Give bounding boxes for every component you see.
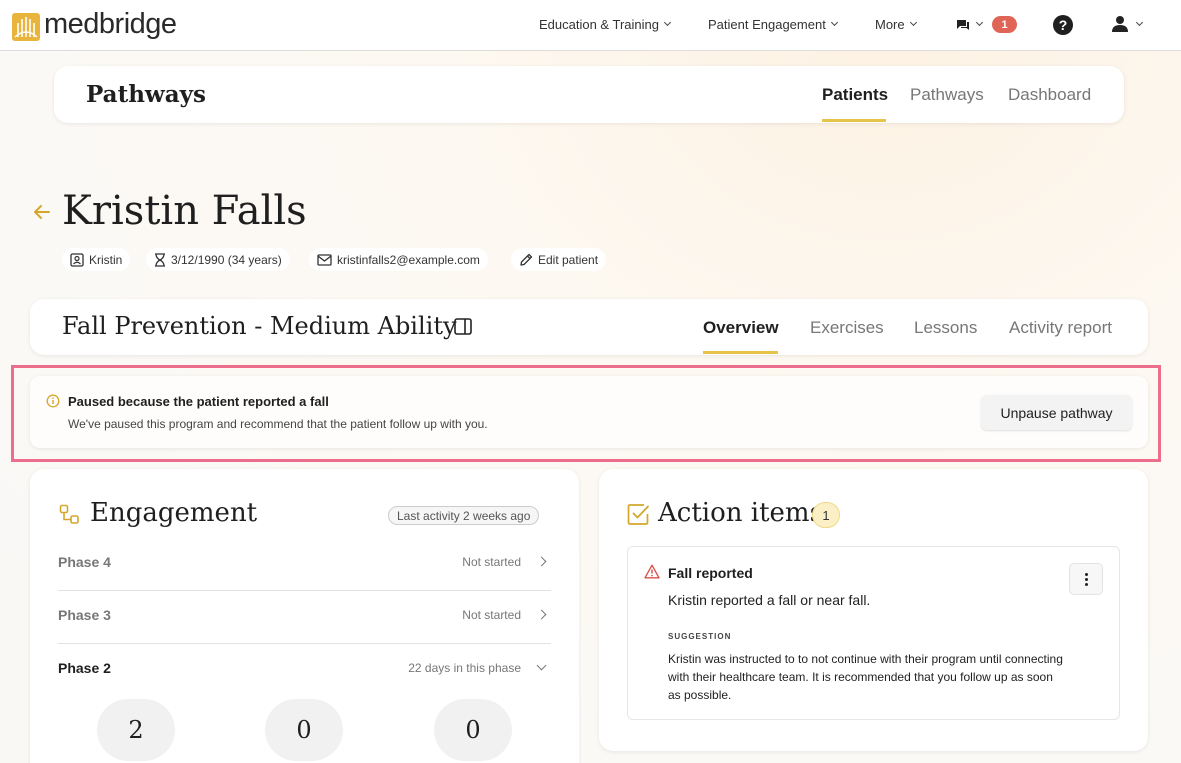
nav-engagement-label: Patient Engagement [708, 17, 826, 32]
tab-lessons[interactable]: Lessons [914, 318, 977, 338]
phase-stat-3: 0 [434, 699, 512, 761]
engagement-title: Engagement [90, 498, 258, 528]
help-icon: ? [1053, 15, 1073, 35]
back-arrow-icon[interactable] [32, 202, 52, 222]
engagement-card: Engagement Last activity 2 weeks ago Pha… [30, 469, 579, 763]
tab-patients[interactable]: Patients [822, 85, 888, 105]
top-navigation-bar: medbridge Education & Training Patient E… [0, 0, 1181, 51]
action-item-fall-reported: Fall reported Kristin reported a fall or… [627, 546, 1120, 720]
pathways-header: Pathways Patients Pathways Dashboard [54, 66, 1124, 123]
phase-stat-1: 2 [97, 699, 175, 761]
kebab-dot [1084, 572, 1088, 576]
checkbox-icon [627, 504, 649, 525]
nav-more[interactable]: More [875, 17, 917, 32]
nav-more-label: More [875, 17, 905, 32]
patient-first-name: Kristin [89, 252, 123, 267]
active-tab-indicator [822, 119, 886, 122]
action-items-title: Action items [658, 498, 823, 528]
mail-icon [317, 253, 332, 266]
suggestion-text: Kristin was instructed to to not continu… [668, 652, 1063, 702]
kebab-dot [1084, 577, 1088, 581]
suggestion-label: SUGGESTION [668, 632, 732, 641]
program-header: Fall Prevention - Medium Ability Overvie… [30, 299, 1148, 355]
messages-menu[interactable]: 1 [956, 16, 1017, 33]
user-icon [1112, 16, 1128, 32]
patient-email: kristinfalls2@example.com [337, 252, 480, 267]
chevron-right-icon [536, 609, 547, 620]
id-card-icon [70, 252, 84, 267]
phase-row-4[interactable]: Phase 4 Not started [58, 538, 551, 591]
medbridge-logo-icon [12, 12, 40, 41]
panel-toggle-icon[interactable] [454, 318, 472, 335]
nav-education-label: Education & Training [539, 17, 659, 32]
tab-overview[interactable]: Overview [703, 318, 779, 338]
warning-icon [644, 564, 660, 579]
patient-first-name-chip: Kristin [62, 248, 131, 271]
help-button[interactable]: ? [1053, 15, 1073, 35]
notification-badge: 1 [992, 16, 1017, 33]
action-item-menu-button[interactable] [1069, 563, 1103, 595]
chevron-down-icon [536, 660, 547, 671]
engagement-icon [59, 504, 79, 524]
chat-icon [957, 19, 969, 30]
hourglass-icon [155, 252, 165, 267]
action-item-title: Fall reported [668, 565, 753, 581]
unpause-pathway-button[interactable]: Unpause pathway [981, 395, 1132, 430]
phase-name: Phase 4 [58, 554, 111, 570]
paused-alert: Paused because the patient reported a fa… [30, 376, 1148, 448]
patient-name: Kristin Falls [62, 188, 307, 234]
phase-name: Phase 3 [58, 607, 111, 623]
chevron-down-icon [663, 18, 672, 27]
action-items-card: Action items 1 Fall reported Kristin rep… [599, 469, 1148, 751]
nav-patient-engagement[interactable]: Patient Engagement [708, 17, 838, 32]
edit-patient-button[interactable]: Edit patient [511, 248, 607, 271]
last-activity-badge: Last activity 2 weeks ago [388, 506, 540, 525]
tab-exercises[interactable]: Exercises [810, 318, 884, 338]
page-title: Pathways [86, 81, 206, 108]
brand-name: medbridge [44, 8, 177, 40]
chevron-down-icon [975, 18, 984, 27]
phase-name: Phase 2 [58, 660, 111, 676]
tab-pathways[interactable]: Pathways [910, 85, 984, 105]
pencil-icon [520, 253, 533, 266]
phase-row-3[interactable]: Phase 3 Not started [58, 591, 551, 644]
phase-stat-2: 0 [265, 699, 343, 761]
phase-status: 22 days in this phase [408, 661, 521, 675]
patient-dob: 3/12/1990 (34 years) [171, 252, 282, 267]
patient-email-chip[interactable]: kristinfalls2@example.com [309, 248, 488, 271]
phase-status: Not started [462, 608, 521, 622]
active-tab-indicator [703, 351, 778, 354]
patient-dob-chip: 3/12/1990 (34 years) [146, 248, 290, 271]
alert-title: Paused because the patient reported a fa… [68, 394, 329, 409]
chevron-down-icon [830, 18, 838, 27]
edit-patient-label: Edit patient [538, 252, 599, 267]
kebab-dot [1084, 582, 1088, 586]
chevron-right-icon [536, 556, 547, 567]
tab-dashboard[interactable]: Dashboard [1008, 85, 1091, 105]
nav-education-training[interactable]: Education & Training [539, 17, 672, 32]
info-icon [46, 394, 60, 408]
medbridge-logo[interactable]: medbridge [12, 8, 177, 43]
phase-status: Not started [462, 555, 521, 569]
user-menu[interactable] [1111, 15, 1144, 33]
chevron-down-icon [1135, 18, 1144, 26]
action-items-count: 1 [812, 502, 840, 528]
chevron-down-icon [909, 18, 917, 27]
action-item-description: Kristin reported a fall or near fall. [668, 592, 871, 608]
alert-message: We've paused this program and recommend … [68, 417, 488, 431]
program-title: Fall Prevention - Medium Ability [62, 312, 457, 340]
phase-row-2[interactable]: Phase 2 22 days in this phase [58, 644, 551, 697]
tab-activity-report[interactable]: Activity report [1009, 318, 1112, 338]
